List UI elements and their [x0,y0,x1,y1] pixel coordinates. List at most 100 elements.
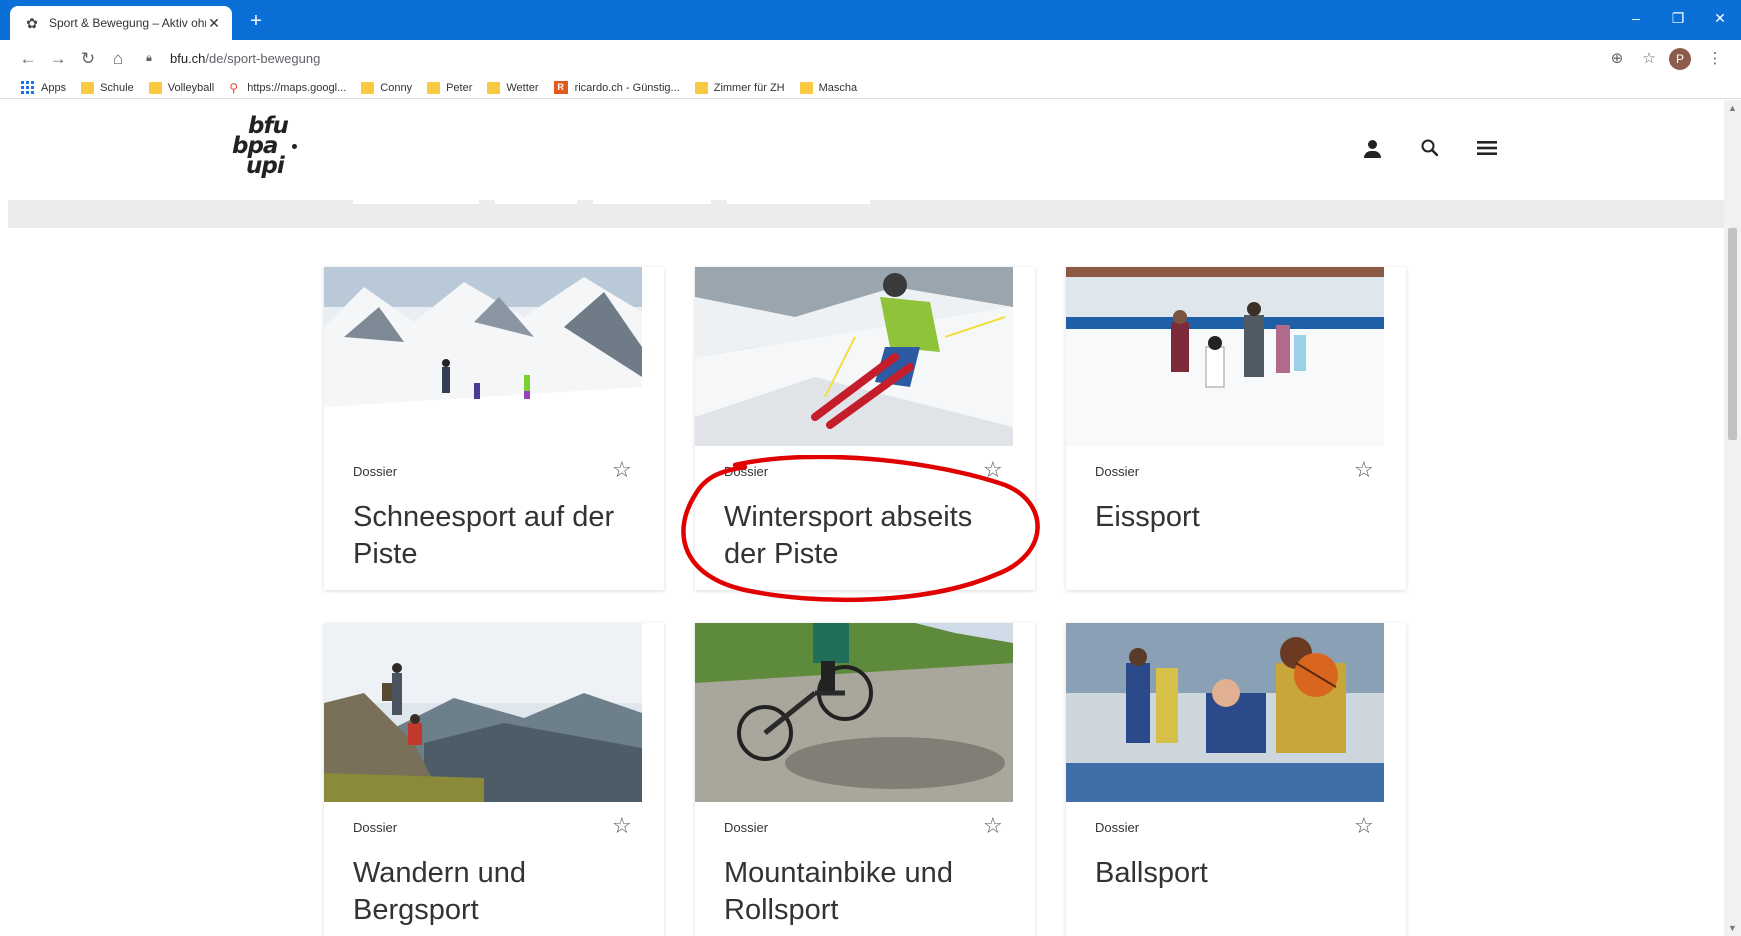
bookmark-label: Zimmer für ZH [713,81,785,94]
filter-chip[interactable] [593,200,711,204]
install-plus-icon[interactable]: ⊕ [1603,45,1631,73]
card-title[interactable]: Ballsport [1095,855,1385,892]
card-category: Dossier [1095,464,1140,479]
profile-avatar[interactable]: P [1669,47,1691,70]
dossier-card[interactable]: Dossier ☆ Mountainbike und Rollsport [695,623,1035,936]
tab-close-icon[interactable]: ✕ [206,15,222,32]
restore-button[interactable]: ❐ [1657,0,1699,36]
url-path: /de/sport-bewegung [205,51,321,66]
close-window-button[interactable]: ✕ [1699,0,1741,36]
dossier-card[interactable]: Dossier ☆ Wandern und Bergsport [324,623,664,936]
card-image-freeride-skier[interactable] [695,267,1013,446]
home-icon[interactable]: ⌂ [104,45,132,73]
bfu-logo[interactable]: bfu bpa upi [232,115,302,181]
folder-icon [487,81,501,94]
bookmark-label: https://maps.googl... [247,81,347,94]
bookmark-ricardo[interactable]: Rricardo.ch - Günstig... [553,81,680,94]
kebab-menu-icon[interactable]: ⋮ [1701,45,1729,73]
card-image-mountain-biker[interactable] [695,623,1013,802]
bookmark-peter[interactable]: Peter [427,81,473,94]
scroll-down-arrow-icon[interactable]: ▼ [1724,920,1741,936]
card-title[interactable]: Wandern und Bergsport [353,855,643,929]
card-category: Dossier [1095,820,1140,835]
bookmark-label: Mascha [818,81,858,94]
dossier-card[interactable]: Dossier ☆ Ballsport [1066,623,1406,936]
toolbar-right: ⊕ ☆ P ⋮ [1599,45,1729,73]
bookmark-apps[interactable]: Apps [21,81,66,94]
reload-icon[interactable]: ↻ [74,45,102,73]
folder-icon [81,81,95,94]
folder-icon [427,81,441,94]
header-actions [1358,134,1529,164]
card-category: Dossier [353,820,398,835]
card-image-basketball[interactable] [1066,623,1384,802]
new-tab-button[interactable]: + [244,9,268,33]
filter-chip[interactable] [495,200,577,204]
folder-icon [361,81,375,94]
dossier-card[interactable]: Dossier ☆ Schneesport auf der Piste [324,267,664,590]
favorite-star-icon[interactable]: ☆ [612,813,632,839]
scrollbar-thumb[interactable] [1728,228,1737,440]
dossier-card[interactable]: Dossier ☆ Eissport [1066,267,1406,590]
site-favicon-icon: ✿ [26,15,38,31]
folder-icon [148,81,162,94]
favorite-star-icon[interactable]: ☆ [983,813,1003,839]
bookmark-label: Conny [380,81,413,94]
page-viewport: bfu bpa upi Dossier ☆ Schneesport auf de… [8,100,1724,936]
card-image-ice-skating[interactable] [1066,267,1384,446]
minimize-button[interactable]: – [1615,0,1657,36]
bookmark-zimmer[interactable]: Zimmer für ZH [694,81,785,94]
window-controls: – ❐ ✕ [1615,0,1741,36]
bookmark-label: Volleyball [167,81,215,94]
card-image-hikers[interactable] [324,623,642,802]
card-image-family-skiing[interactable] [324,267,642,446]
bookmark-label: Wetter [506,81,539,94]
folder-icon [799,81,813,94]
logo-dot [292,144,297,149]
menu-icon[interactable] [1472,134,1502,164]
bookmark-mascha[interactable]: Mascha [799,81,858,94]
lock-icon: 🔒︎ [146,52,152,64]
card-title[interactable]: Eissport [1095,499,1385,536]
bookmark-star-icon[interactable]: ☆ [1635,45,1663,73]
bookmark-wetter[interactable]: Wetter [487,81,539,94]
tab-title: Sport & Bewegung – Aktiv ohne [49,16,206,30]
ricardo-icon: R [553,81,568,94]
filter-band [8,200,1724,228]
back-arrow-icon[interactable]: ← [14,45,42,73]
favorite-star-icon[interactable]: ☆ [612,457,632,483]
bookmark-label: Schule [100,81,134,94]
search-icon[interactable] [1415,134,1445,164]
bookmark-label: Peter [446,81,473,94]
bookmark-label: ricardo.ch - Günstig... [574,81,680,94]
site-header: bfu bpa upi [8,100,1724,200]
bookmark-conny[interactable]: Conny [361,81,413,94]
bookmark-volleyball[interactable]: Volleyball [148,81,215,94]
address-bar[interactable]: 🔒︎ bfu.ch/de/sport-bewegung [146,44,1599,74]
favorite-star-icon[interactable]: ☆ [1354,457,1374,483]
browser-tab-active[interactable]: ✿ Sport & Bewegung – Aktiv ohne ✕ [10,6,232,40]
filter-chip[interactable] [727,200,870,204]
scroll-up-arrow-icon[interactable]: ▲ [1724,100,1741,116]
folder-icon [694,81,708,94]
card-title[interactable]: Mountainbike und Rollsport [724,855,1014,929]
filter-chip[interactable] [353,200,479,204]
favorite-star-icon[interactable]: ☆ [1354,813,1374,839]
card-category: Dossier [724,464,769,479]
dossier-card[interactable]: Dossier ☆ Wintersport abseits der Piste [695,267,1035,590]
bookmark-schule[interactable]: Schule [81,81,134,94]
card-title[interactable]: Wintersport abseits der Piste [724,499,1014,573]
maps-pin-icon: ⚲ [229,80,238,95]
forward-arrow-icon[interactable]: → [44,45,72,73]
browser-tab-strip: ✿ Sport & Bewegung – Aktiv ohne ✕ + – ❐ … [0,0,1741,40]
user-icon[interactable] [1358,134,1388,164]
bookmarks-bar: Apps Schule Volleyball ⚲ https://maps.goo… [0,77,1741,99]
bookmark-label: Apps [41,81,67,94]
page-scrollbar[interactable]: ▲ ▼ [1724,100,1741,936]
card-category: Dossier [353,464,398,479]
card-title[interactable]: Schneesport auf der Piste [353,499,643,573]
url-host: bfu.ch [170,51,206,66]
bookmark-maps[interactable]: ⚲ https://maps.googl... [229,81,346,95]
favorite-star-icon[interactable]: ☆ [983,457,1003,483]
card-category: Dossier [724,820,769,835]
